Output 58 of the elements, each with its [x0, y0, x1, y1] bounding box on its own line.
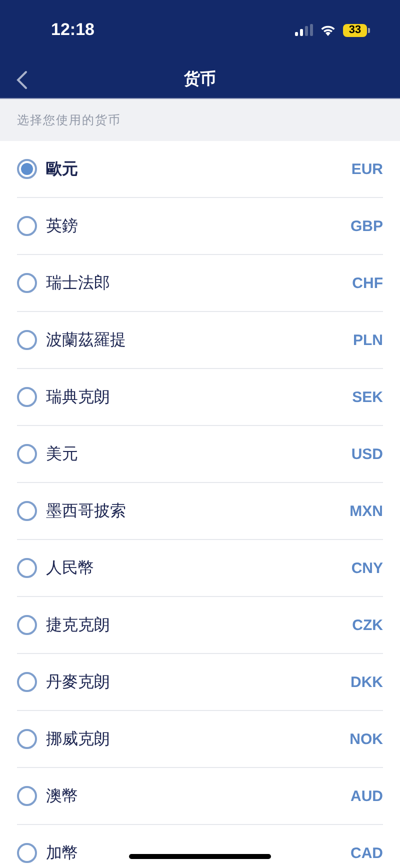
currency-name: 美元	[46, 444, 78, 464]
currency-code: USD	[351, 446, 383, 462]
currency-name: 瑞士法郎	[46, 274, 110, 294]
currency-code: AUD	[350, 788, 383, 804]
radio-button[interactable]	[17, 159, 37, 179]
currency-option[interactable]: 挪威克朗 NOK	[17, 711, 383, 768]
currency-option[interactable]: 澳幣 AUD	[17, 768, 383, 825]
radio-button[interactable]	[17, 615, 37, 635]
radio-button[interactable]	[17, 786, 37, 806]
currency-name: 加幣	[46, 844, 78, 864]
radio-button[interactable]	[17, 216, 37, 236]
currency-code: CHF	[352, 274, 383, 292]
currency-code: NOK	[350, 730, 383, 748]
currency-option[interactable]: 瑞典克朗 SEK	[17, 369, 383, 426]
radio-button[interactable]	[17, 273, 37, 293]
currency-code: CAD	[350, 844, 383, 862]
currency-option[interactable]: 人民幣 CNY	[17, 540, 383, 597]
currency-code: SEK	[352, 388, 383, 406]
currency-name: 丹麥克朗	[46, 672, 110, 692]
currency-code: DKK	[350, 674, 383, 690]
currency-name: 挪威克朗	[46, 730, 110, 750]
currency-code: CNY	[351, 560, 383, 576]
back-button[interactable]	[14, 68, 30, 92]
currency-option[interactable]: 丹麥克朗 DKK	[17, 654, 383, 711]
currency-option[interactable]: 墨西哥披索 MXN	[17, 483, 383, 540]
currency-name: 歐元	[46, 160, 78, 180]
currency-code: MXN	[350, 502, 383, 520]
currency-name: 墨西哥披索	[46, 502, 126, 522]
currency-code: PLN	[353, 332, 383, 348]
currency-option[interactable]: 美元 USD	[17, 426, 383, 483]
currency-option[interactable]: 波蘭茲羅提 PLN	[17, 312, 383, 369]
radio-button[interactable]	[17, 729, 37, 749]
status-time: 12:18	[51, 20, 94, 40]
wifi-icon	[320, 24, 336, 36]
currency-code: EUR	[351, 160, 383, 178]
currency-option[interactable]: 瑞士法郎 CHF	[17, 255, 383, 312]
currency-code: CZK	[352, 616, 383, 634]
radio-button[interactable]	[17, 558, 37, 578]
radio-button[interactable]	[17, 444, 37, 464]
radio-button[interactable]	[17, 330, 37, 350]
currency-name: 澳幣	[46, 786, 78, 806]
radio-button[interactable]	[17, 843, 37, 863]
currency-option[interactable]: 歐元 EUR	[17, 141, 383, 198]
currency-name: 波蘭茲羅提	[46, 330, 126, 350]
currency-name: 人民幣	[46, 558, 94, 578]
section-header: 选择您使用的货币	[17, 112, 121, 128]
currency-name: 英鎊	[46, 216, 78, 236]
currency-option[interactable]: 捷克克朗 CZK	[17, 597, 383, 654]
currency-name: 捷克克朗	[46, 616, 110, 636]
signal-icon	[295, 24, 313, 36]
currency-option[interactable]: 英鎊 GBP	[17, 198, 383, 255]
screen-title: 货币	[184, 69, 216, 90]
radio-button[interactable]	[17, 501, 37, 521]
currency-code: GBP	[350, 218, 383, 234]
currency-name: 瑞典克朗	[46, 388, 110, 408]
battery-icon: 33	[343, 24, 370, 36]
radio-button[interactable]	[17, 387, 37, 407]
radio-button[interactable]	[17, 672, 37, 692]
